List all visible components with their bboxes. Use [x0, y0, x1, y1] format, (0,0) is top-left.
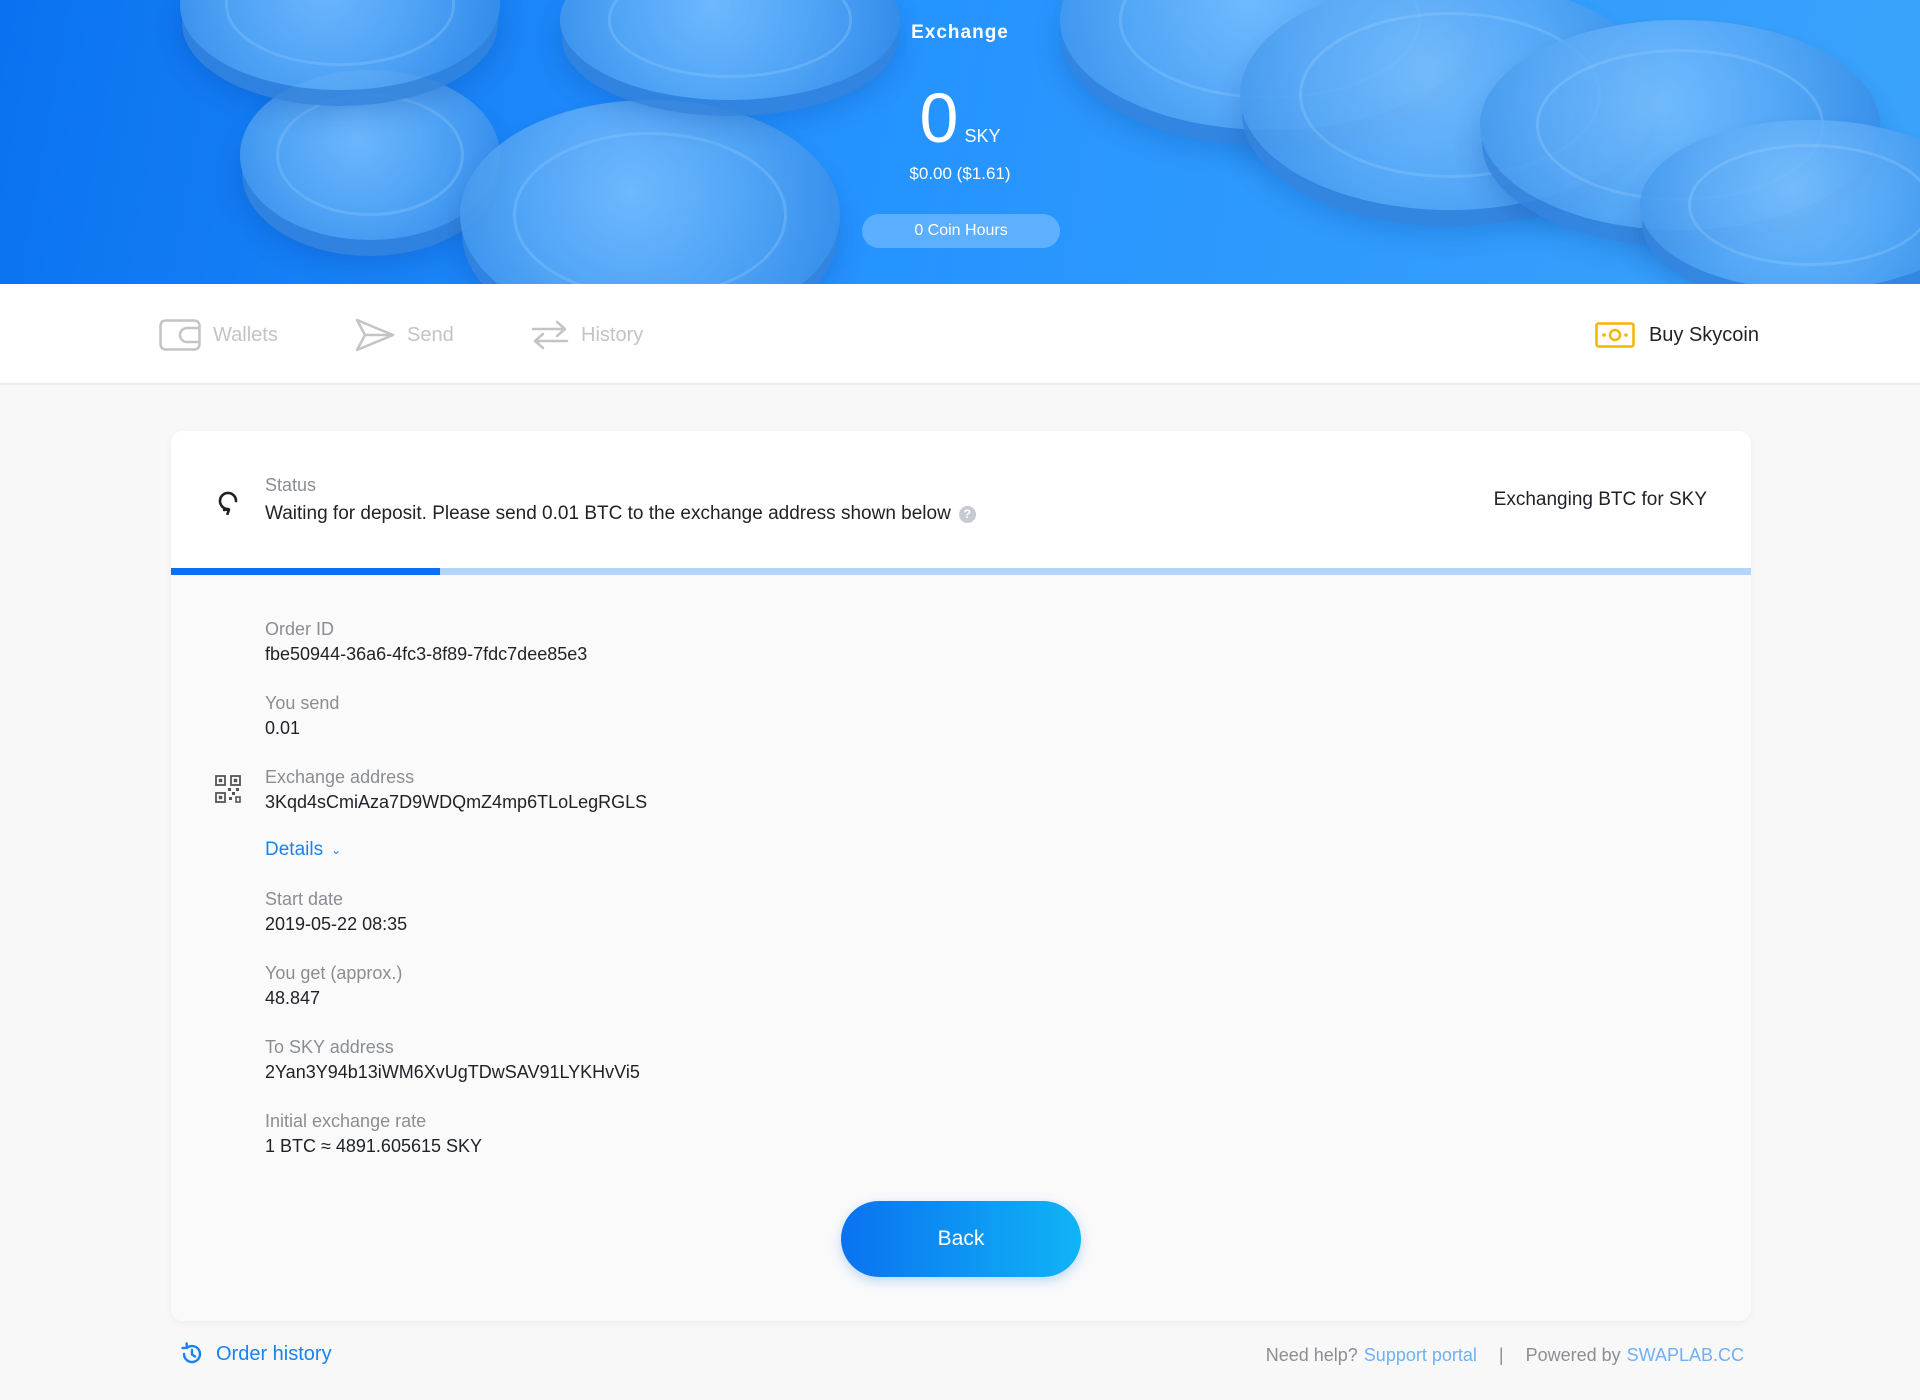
nav-item-label: Wallets: [213, 323, 278, 346]
to-sky-address-value: 2Yan3Y94b13iWM6XvUgTDwSAV91LYKHvVi5: [265, 1062, 640, 1082]
nav-item-label: History: [581, 323, 644, 346]
to-sky-address-field: To SKY address 2Yan3Y94b13iWM6XvUgTDwSAV…: [265, 1035, 640, 1085]
details-toggle[interactable]: Details ⌄: [265, 839, 341, 861]
transfer-arrows-icon: [531, 320, 569, 350]
history-clock-icon: [181, 1342, 202, 1364]
field-label: To SKY address: [265, 1037, 394, 1057]
order-id-field: Order ID fbe50944-36a6-4fc3-8f89-7fdc7de…: [265, 617, 587, 667]
status-label: Status: [265, 475, 317, 495]
status-section: Status Waiting for deposit. Please send …: [171, 431, 1751, 568]
qr-code-icon[interactable]: [215, 775, 241, 803]
refresh-icon: [218, 491, 238, 515]
coin-decoration: [180, 0, 500, 90]
balance-usd: $0.00 ($1.61): [909, 164, 1011, 183]
exchange-address-field: Exchange address 3Kqd4sCmiAza7D9WDQmZ4mp…: [265, 765, 647, 815]
send-icon: [355, 318, 395, 352]
exchange-status-card: Status Waiting for deposit. Please send …: [171, 431, 1751, 1321]
nav-item-wallets[interactable]: Wallets: [159, 318, 278, 352]
support-portal-link[interactable]: Support portal: [1364, 1345, 1477, 1366]
buy-skycoin-button[interactable]: Buy Skycoin: [1595, 318, 1759, 352]
field-label: Initial exchange rate: [265, 1111, 427, 1131]
status-message: Waiting for deposit. Please send 0.01 BT…: [265, 503, 951, 524]
details-label: Details: [265, 839, 324, 860]
you-get-field: You get (approx.) 48.847: [265, 961, 402, 1011]
back-button[interactable]: Back: [841, 1201, 1081, 1277]
balance-amount: 0: [919, 79, 959, 157]
balance-unit: SKY: [964, 126, 1001, 146]
field-label: You get (approx.): [265, 963, 403, 983]
progress-fill: [171, 568, 440, 575]
field-label: Exchange address: [265, 767, 415, 787]
exchange-address-value: 3Kqd4sCmiAza7D9WDQmZ4mp6TLoLegRGLS: [265, 792, 648, 812]
powered-by-text: Powered by: [1525, 1345, 1621, 1365]
you-get-value: 48.847: [265, 988, 321, 1008]
nav-item-history[interactable]: History: [531, 318, 643, 352]
order-history-label: Order history: [216, 1342, 332, 1365]
exchange-rate-field: Initial exchange rate 1 BTC ≈ 4891.60561…: [265, 1109, 482, 1159]
coin-hours-badge: 0 Coin Hours: [862, 214, 1060, 248]
you-send-field: You send 0.01: [265, 691, 339, 741]
page-title: Exchange: [911, 22, 1009, 43]
balance-header: Exchange 0 SKY $0.00 ($1.61) 0 Coin Hours: [0, 0, 1920, 284]
exchange-rate-value: 1 BTC ≈ 4891.605615 SKY: [265, 1136, 483, 1156]
wallet-icon: [159, 319, 201, 351]
help-icon[interactable]: ?: [958, 505, 976, 523]
field-label: Start date: [265, 889, 344, 909]
swaplab-link[interactable]: SWAPLAB.CC: [1627, 1345, 1744, 1366]
order-history-link[interactable]: Order history: [180, 1342, 332, 1366]
navbar: Wallets Send History Buy Skycoin: [0, 284, 1920, 385]
progress-bar: [171, 568, 1751, 575]
start-date-value: 2019-05-22 08:35: [265, 914, 408, 934]
footer-help: Need help? Support portal | Powered by S…: [1266, 1345, 1744, 1366]
start-date-field: Start date 2019-05-22 08:35: [265, 887, 407, 937]
balance: 0 SKY: [0, 80, 1920, 156]
status-text: Waiting for deposit. Please send 0.01 BT…: [265, 503, 976, 525]
nav-item-label: Send: [407, 323, 454, 346]
field-label: You send: [265, 693, 340, 713]
chevron-down-icon: ⌄: [331, 843, 342, 857]
need-help-text: Need help?: [1265, 1345, 1358, 1365]
field-label: Order ID: [265, 619, 335, 639]
exchange-pair: Exchanging BTC for SKY: [1493, 489, 1707, 510]
you-send-value: 0.01: [265, 718, 301, 738]
order-id-value: fbe50944-36a6-4fc3-8f89-7fdc7dee85e3: [265, 644, 588, 664]
buy-skycoin-label: Buy Skycoin: [1648, 323, 1759, 346]
nav-item-send[interactable]: Send: [355, 318, 454, 352]
banknote-icon: [1595, 322, 1635, 348]
footer-separator: |: [1498, 1345, 1504, 1365]
